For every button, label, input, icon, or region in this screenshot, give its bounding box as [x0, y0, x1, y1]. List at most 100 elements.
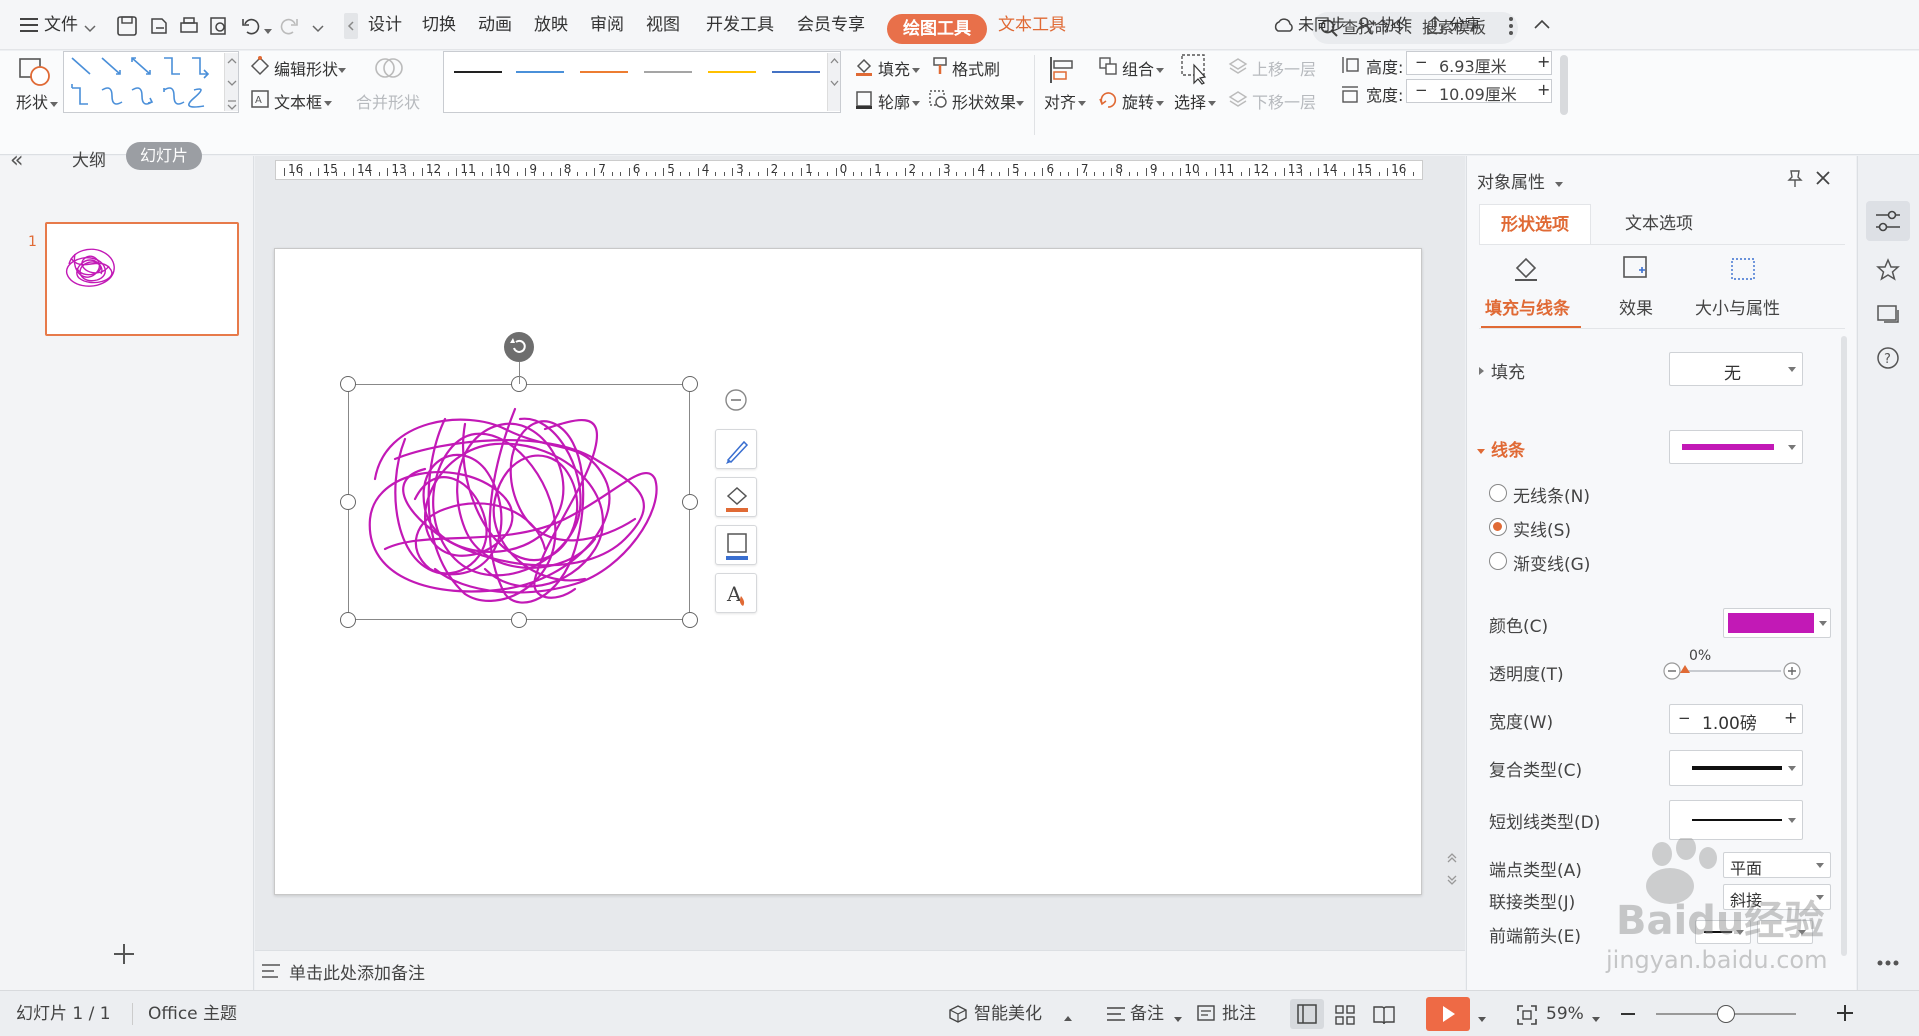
no-line-radio[interactable]	[1489, 484, 1507, 502]
align-icon[interactable]	[1048, 55, 1078, 89]
height-increment-button[interactable]: +	[1537, 52, 1550, 71]
connector-gallery[interactable]	[63, 51, 239, 113]
slide-sorter-view-icon[interactable]	[1334, 1004, 1356, 1030]
add-slide-icon[interactable]	[112, 942, 136, 970]
property-settings-icon[interactable]	[1866, 201, 1910, 241]
tab-text-tools[interactable]: 文本工具	[998, 0, 1066, 50]
width-increment-button[interactable]: +	[1537, 80, 1550, 99]
zoom-percentage[interactable]: 59%	[1546, 991, 1584, 1036]
tab-drawing-tools[interactable]: 绘图工具	[887, 14, 987, 44]
play-slideshow-icon[interactable]	[1426, 997, 1470, 1031]
line-style-orange[interactable]	[580, 71, 628, 73]
slide-switch-icon[interactable]	[1876, 302, 1900, 330]
notes-toggle-caret[interactable]	[1174, 1012, 1182, 1027]
tab-shape-options[interactable]: 形状选项	[1479, 204, 1591, 244]
resize-handle-s[interactable]	[511, 612, 527, 628]
print-preview-icon[interactable]	[208, 15, 230, 37]
no-line-label[interactable]: 无线条(N)	[1513, 482, 1590, 507]
begin-arrow-type-dropdown[interactable]	[1695, 920, 1751, 944]
smart-beautify-caret[interactable]	[1064, 1011, 1072, 1026]
effect-icon[interactable]	[1621, 254, 1651, 288]
notes-toggle-button[interactable]: 备注	[1130, 991, 1164, 1036]
sync-status[interactable]: 未同步	[1298, 0, 1346, 50]
tab-text-options[interactable]: 文本选项	[1603, 204, 1715, 244]
zoom-slider[interactable]	[1656, 1005, 1796, 1023]
textbox-button[interactable]: 文本框	[274, 89, 322, 113]
height-field[interactable]: − 6.93厘米 +	[1406, 51, 1552, 76]
more-tools-icon[interactable]	[1876, 956, 1900, 971]
help-icon[interactable]: ?	[1876, 346, 1900, 374]
smart-beautify-button[interactable]: 智能美化	[974, 991, 1042, 1036]
fill-caret[interactable]	[912, 63, 920, 78]
compound-type-dropdown[interactable]	[1669, 750, 1803, 786]
redo-icon[interactable]	[278, 15, 300, 37]
line-color-picker[interactable]	[1723, 608, 1831, 638]
tab-animation[interactable]: 动画	[478, 0, 512, 50]
gallery-scroll-icon[interactable]	[224, 53, 238, 111]
collapse-float-toolbar-icon[interactable]	[724, 388, 748, 416]
slide[interactable]: A	[274, 248, 1422, 895]
width-decrement-button[interactable]: −	[1415, 81, 1428, 99]
shape-effect-icon[interactable]	[928, 89, 948, 113]
transparency-decrease-icon[interactable]	[1663, 662, 1681, 684]
tab-review[interactable]: 审阅	[590, 0, 624, 50]
textbox-icon[interactable]: A	[250, 89, 270, 113]
subtab-size-property[interactable]: 大小与属性	[1695, 294, 1780, 319]
transparency-slider-thumb[interactable]	[1680, 665, 1690, 673]
more-options-icon[interactable]	[1508, 16, 1514, 40]
edit-shape-icon[interactable]	[250, 56, 270, 80]
subtab-effect[interactable]: 效果	[1619, 294, 1653, 319]
line-width-decrement[interactable]: −	[1678, 709, 1691, 727]
tab-design[interactable]: 设计	[368, 0, 402, 50]
ribbon-scrollbar[interactable]	[1560, 55, 1568, 115]
fill-button[interactable]: 填充	[878, 56, 910, 80]
tab-outline[interactable]: 大纲	[72, 146, 106, 171]
gradient-line-radio[interactable]	[1489, 552, 1507, 570]
line-style-black[interactable]	[454, 71, 502, 73]
comments-button[interactable]: 批注	[1222, 991, 1256, 1036]
tab-view[interactable]: 视图	[646, 0, 680, 50]
group-caret[interactable]	[1156, 63, 1164, 78]
page-up-icon[interactable]	[1446, 852, 1458, 870]
theme-name[interactable]: Office 主题	[148, 991, 237, 1036]
rotate-icon[interactable]	[1098, 89, 1118, 113]
fill-line-icon[interactable]	[1511, 254, 1541, 288]
page-down-icon[interactable]	[1446, 872, 1458, 890]
textbox-caret[interactable]	[324, 96, 332, 111]
solid-line-radio[interactable]	[1489, 518, 1507, 536]
size-property-icon[interactable]	[1729, 254, 1759, 288]
group-icon[interactable]	[1098, 56, 1118, 80]
resize-handle-se[interactable]	[682, 612, 698, 628]
line-style-darkblue[interactable]	[772, 71, 820, 73]
outline-caret[interactable]	[912, 96, 920, 111]
resize-handle-nw[interactable]	[340, 376, 356, 392]
style-brush-button[interactable]	[715, 429, 757, 469]
tab-member[interactable]: 会员专享	[797, 0, 865, 50]
dash-type-dropdown[interactable]	[1669, 800, 1803, 840]
line-style-gallery[interactable]	[443, 51, 841, 113]
tab-slideshow[interactable]: 放映	[534, 0, 568, 50]
pin-icon[interactable]	[1785, 168, 1805, 192]
tab-developer[interactable]: 开发工具	[706, 0, 774, 50]
line-style-yellow[interactable]	[708, 71, 756, 73]
quick-outline-button[interactable]	[715, 525, 757, 565]
zoom-out-icon[interactable]	[1620, 1007, 1636, 1025]
line-width-value[interactable]: 1.00磅	[1702, 709, 1757, 734]
undo-icon[interactable]	[240, 15, 262, 37]
line-gallery-scroll-icon[interactable]	[827, 53, 840, 111]
notes-pane[interactable]: 单击此处添加备注	[255, 950, 1465, 990]
panel-title[interactable]: 对象属性	[1477, 168, 1545, 193]
begin-arrow-size-dropdown[interactable]	[1757, 920, 1813, 944]
edit-shape-button[interactable]: 编辑形状	[274, 56, 338, 80]
share-button[interactable]: 分享	[1449, 0, 1481, 50]
slide-thumbnail[interactable]	[45, 222, 239, 336]
collaborate-button[interactable]: 协作	[1380, 0, 1412, 50]
transparency-slider[interactable]	[1680, 665, 1781, 673]
resize-handle-ne[interactable]	[682, 376, 698, 392]
file-menu[interactable]: 文件	[44, 0, 78, 50]
zoom-slider-thumb[interactable]	[1717, 1005, 1735, 1023]
rotate-handle-icon[interactable]	[504, 332, 534, 362]
transparency-increase-icon[interactable]	[1783, 662, 1801, 684]
line-style-gray[interactable]	[644, 71, 692, 73]
group-button[interactable]: 组合	[1122, 56, 1154, 80]
